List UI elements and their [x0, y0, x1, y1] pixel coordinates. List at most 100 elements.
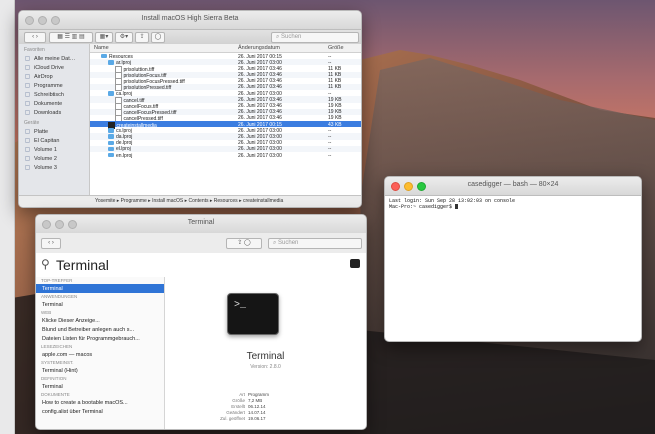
- finder-titlebar[interactable]: Install macOS High Sierra Beta: [19, 11, 361, 30]
- sidebar-item[interactable]: ▢ Alle meine Dat…: [19, 54, 89, 63]
- sidebar-label: iCloud Drive: [34, 64, 64, 71]
- sidebar-label: Platte: [34, 128, 49, 135]
- column-name[interactable]: Name: [94, 45, 109, 51]
- finder-search-placeholder: Suchen: [281, 34, 302, 40]
- result-item[interactable]: Blund und Betreiber anlegen auch s...: [36, 325, 164, 334]
- spotlight-query[interactable]: Terminal: [56, 257, 109, 273]
- file-row[interactable]: en.lproj 26. Juni 2017 03:00 --: [90, 152, 361, 159]
- spotlight-titlebar[interactable]: Terminal: [36, 215, 366, 234]
- terminal-window[interactable]: casedigger — bash — 80×24 Last login: Su…: [384, 176, 642, 342]
- result-item[interactable]: Klicke Dieser Anzeige...: [36, 316, 164, 325]
- column-size[interactable]: Größe: [328, 45, 344, 51]
- result-item[interactable]: How to create a bootable macOS...: [36, 398, 164, 407]
- sidebar-label: Programme: [34, 82, 63, 89]
- sidebar-label: Geräte: [24, 120, 40, 126]
- spotlight-toolbar-placeholder: Suchen: [278, 240, 299, 246]
- downloads-icon: ▢: [24, 109, 31, 116]
- result-item[interactable]: Terminal: [36, 382, 164, 391]
- spotlight-results-list: Top-Treffer Terminal Anwendungen Terminal We…: [36, 277, 165, 429]
- result-item[interactable]: Dateien Listen für Programmgebrauch...: [36, 334, 164, 343]
- metadata-row: Zul. geöffnet 19.06.17: [205, 416, 269, 422]
- disk-icon: ▢: [24, 164, 31, 171]
- folder-icon: [108, 140, 114, 146]
- disk-icon: ▢: [24, 146, 31, 153]
- preview-metadata: Art Programm Größe 7,2 MB Erstellt 06.12.14 Ge…: [205, 392, 269, 422]
- path-bar[interactable]: Yosemite ▸ Programme ▸ Install macOS ▸ C…: [19, 195, 361, 207]
- sidebar-item[interactable]: ▢ Volume 1: [19, 145, 89, 154]
- metadata-value: 7,2 MB: [248, 398, 263, 403]
- arrange-button[interactable]: ▦▾: [95, 32, 113, 43]
- magnifier-icon: ⚲: [41, 257, 50, 271]
- back-forward-button[interactable]: ‹ ›: [41, 238, 61, 249]
- file-list-header: Name Änderungsdatum Größe: [90, 44, 361, 53]
- sidebar-item[interactable]: ▢ iCloud Drive: [19, 63, 89, 72]
- sidebar-label: Schreibtisch: [34, 91, 64, 98]
- disk-icon: ▢: [24, 155, 31, 162]
- apps-icon: ▢: [24, 82, 31, 89]
- finder-title: Install macOS High Sierra Beta: [141, 15, 239, 22]
- result-section: Anwendungen: [41, 294, 78, 299]
- disk-icon: ▢: [24, 128, 31, 135]
- back-forward-button[interactable]: ‹ ›: [24, 32, 46, 43]
- sidebar-label: AirDrop: [34, 73, 53, 80]
- result-item[interactable]: Terminal: [36, 284, 164, 293]
- sidebar-label: Favoriten: [24, 47, 45, 53]
- result-section: Lesezeichen: [41, 344, 73, 349]
- share-button[interactable]: ⇪ ◯: [226, 238, 262, 249]
- sidebar-label: Downloads: [34, 109, 62, 116]
- preview-app-name: Terminal: [246, 351, 285, 362]
- sidebar-label: Volume 2: [34, 155, 57, 162]
- sidebar-section: Favoriten: [19, 44, 89, 54]
- result-item[interactable]: config.alist über Terminal: [36, 407, 164, 416]
- finder-file-list[interactable]: Name Änderungsdatum Größe Resources 26. J…: [90, 44, 361, 195]
- sidebar-item[interactable]: ▢ Volume 2: [19, 154, 89, 163]
- result-item[interactable]: Terminal (Hint): [36, 366, 164, 375]
- terminal-mini-icon: [350, 259, 360, 268]
- sidebar-item[interactable]: ▢ AirDrop: [19, 72, 89, 81]
- file-size: --: [328, 152, 332, 159]
- finder-window[interactable]: Install macOS High Sierra Beta ‹ › ▦ ☰ ▥…: [18, 10, 362, 208]
- view-mode-buttons[interactable]: ▦ ☰ ▥ ▤: [49, 32, 93, 43]
- folder-icon: [108, 146, 114, 152]
- file-date: 26. Juni 2017 03:00: [238, 152, 282, 159]
- spotlight-title: Terminal: [187, 219, 215, 226]
- tag-button[interactable]: ◯: [151, 32, 165, 43]
- airdrop-icon: ▢: [24, 73, 31, 80]
- file-name: en.lproj: [116, 152, 133, 159]
- result-item[interactable]: Terminal: [36, 300, 164, 309]
- spotlight-search-field[interactable]: ⚲ Terminal: [36, 253, 366, 278]
- metadata-value: Programm: [248, 392, 270, 397]
- folder-icon: [108, 152, 114, 158]
- sidebar-section: Geräte: [19, 117, 89, 127]
- sidebar-item[interactable]: ▢ Volume 3: [19, 163, 89, 172]
- terminal-output[interactable]: Last login: Sun Sep 28 13:02:03 on conso…: [389, 198, 515, 210]
- sidebar-item[interactable]: ▢ Dokumente: [19, 99, 89, 108]
- sidebar-item[interactable]: ▢ El Capitan: [19, 136, 89, 145]
- result-section: Top-Treffer: [41, 278, 73, 283]
- column-date[interactable]: Änderungsdatum: [238, 45, 280, 51]
- action-gear-button[interactable]: ⚙▾: [115, 32, 133, 43]
- finder-search-input[interactable]: ⌕ Suchen: [271, 32, 359, 43]
- metadata-value: 06.12.14: [248, 404, 266, 409]
- metadata-value: 14.07.14: [248, 410, 266, 415]
- file-name-cell: en.lproj: [108, 153, 132, 159]
- sidebar-item[interactable]: ▢ Downloads: [19, 108, 89, 117]
- terminal-app-icon: >_: [227, 293, 279, 335]
- documents-icon: ▢: [24, 100, 31, 107]
- sidebar-item[interactable]: ▢ Platte: [19, 127, 89, 136]
- folder-icon: [101, 53, 107, 59]
- share-button[interactable]: ⇪: [135, 32, 149, 43]
- sidebar-label: Alle meine Dat…: [34, 55, 76, 62]
- sidebar-item[interactable]: ▢ Programme: [19, 81, 89, 90]
- terminal-titlebar[interactable]: casedigger — bash — 80×24: [385, 177, 641, 196]
- result-section: Definition: [41, 376, 67, 381]
- folder-icon: [108, 60, 114, 65]
- result-item[interactable]: apple.com — macos: [36, 350, 164, 359]
- finder-sidebar: Favoriten ▢ Alle meine Dat… ▢ iCloud Drive ▢ A…: [19, 44, 90, 195]
- spotlight-toolbar-search[interactable]: ⌕ Suchen: [268, 238, 362, 249]
- metadata-value: 19.06.17: [248, 416, 266, 421]
- result-section: Systemeinst.: [41, 360, 74, 365]
- sidebar-item[interactable]: ▢ Schreibtisch: [19, 90, 89, 99]
- spotlight-window[interactable]: Terminal ‹ › ⇪ ◯ ⌕ Suchen ⚲ Terminal Top…: [35, 214, 367, 430]
- spotlight-toolbar: ‹ › ⇪ ◯ ⌕ Suchen: [36, 233, 366, 254]
